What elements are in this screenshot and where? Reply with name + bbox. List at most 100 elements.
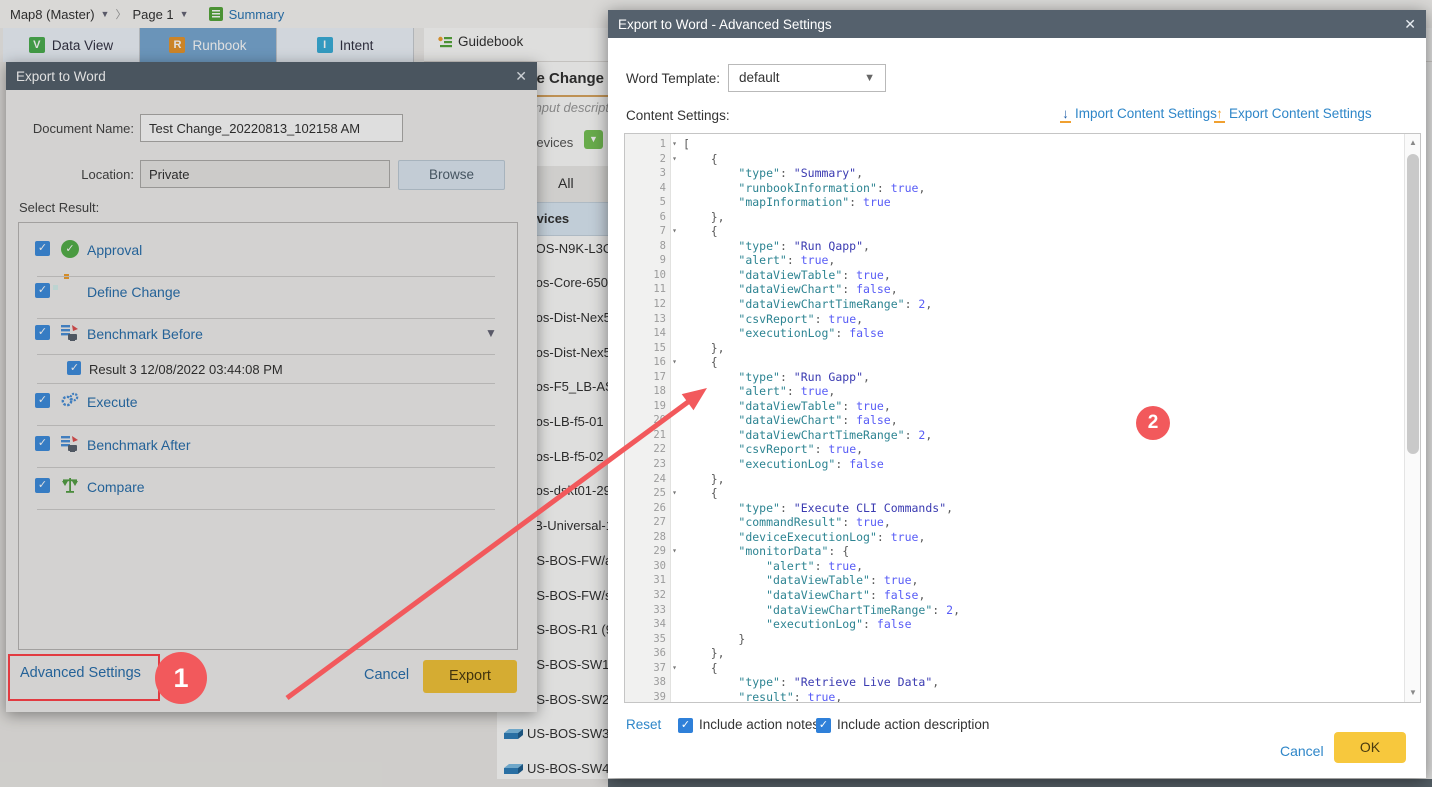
code-line[interactable]: "dataViewChartTimeRange": 2, [683,603,1402,618]
code-line[interactable]: "executionLog": false [683,457,1402,472]
code-line[interactable]: "alert": true, [683,559,1402,574]
line-number: 5 [625,195,670,210]
include-action-description-label: Include action description [837,717,989,732]
line-number: 22 [625,442,670,457]
line-number: 15 [625,341,670,356]
code-line[interactable]: "mapInformation": true [683,195,1402,210]
line-number: 18 [625,384,670,399]
code-line[interactable]: [ [683,137,1402,152]
line-number: 29▾ [625,544,670,559]
code-line[interactable]: "alert": true, [683,253,1402,268]
include-action-notes-checkbox[interactable] [678,718,693,733]
code-line[interactable]: }, [683,646,1402,661]
line-number: 38 [625,675,670,690]
fold-toggle-icon[interactable]: ▾ [672,661,677,676]
line-number: 3 [625,166,670,181]
code-line[interactable]: "dataViewTable": true, [683,268,1402,283]
code-line[interactable]: "dataViewChart": false, [683,588,1402,603]
code-line[interactable]: "type": "Run Gapp", [683,370,1402,385]
fold-toggle-icon[interactable]: ▾ [672,544,677,559]
json-editor[interactable]: 1▾2▾34567▾8910111213141516▾1718192021222… [624,133,1421,703]
include-action-description-checkbox[interactable] [816,718,831,733]
line-number: 32 [625,588,670,603]
code-line[interactable]: "result": true, [683,690,1402,703]
code-line[interactable]: }, [683,341,1402,356]
code-line[interactable]: "monitorData": { [683,544,1402,559]
code-line[interactable]: "type": "Run Qapp", [683,239,1402,254]
line-number: 35 [625,632,670,647]
app-root: Map8 (Master) ▼ 〉 Page 1 ▼ Summary VData… [0,0,1432,787]
line-number: 19 [625,399,670,414]
advanced-dialog-titlebar: Export to Word - Advanced Settings ✕ [608,10,1426,38]
cancel-link[interactable]: Cancel [1280,743,1324,759]
code-line[interactable]: { [683,224,1402,239]
code-line[interactable]: "alert": true, [683,384,1402,399]
code-line[interactable]: "runbookInformation": true, [683,181,1402,196]
code-line[interactable]: { [683,661,1402,676]
annotation-step-1-badge: 1 [155,652,207,704]
chevron-down-icon: ▼ [864,72,875,84]
code-line[interactable]: }, [683,210,1402,225]
scrollbar-thumb[interactable] [1407,154,1419,454]
code-line[interactable]: "csvReport": true, [683,442,1402,457]
code-line[interactable]: { [683,486,1402,501]
json-editor-code[interactable]: [ { "type": "Summary", "runbookInformati… [683,137,1402,703]
code-line[interactable]: "type": "Summary", [683,166,1402,181]
line-number: 24 [625,472,670,487]
line-number: 23 [625,457,670,472]
code-line[interactable]: "dataViewTable": true, [683,399,1402,414]
line-number: 17 [625,370,670,385]
include-action-description-row: Include action description [816,717,989,733]
code-line[interactable]: "deviceExecutionLog": true, [683,530,1402,545]
line-number: 34 [625,617,670,632]
word-template-select[interactable]: default ▼ [728,64,886,92]
code-line[interactable]: { [683,355,1402,370]
import-content-settings-link[interactable]: ↓Import Content Settings [1060,106,1217,123]
code-line[interactable]: "csvReport": true, [683,312,1402,327]
line-number: 1▾ [625,137,670,152]
line-number: 4 [625,181,670,196]
word-template-label: Word Template: [626,71,720,86]
code-line[interactable]: "executionLog": false [683,617,1402,632]
annotation-step-2-badge: 2 [1136,406,1170,440]
ok-button[interactable]: OK [1334,732,1406,763]
fold-toggle-icon[interactable]: ▾ [672,486,677,501]
line-number: 37▾ [625,661,670,676]
line-number: 7▾ [625,224,670,239]
scroll-up-icon[interactable]: ▲ [1407,137,1419,149]
reset-link[interactable]: Reset [626,717,661,732]
code-line[interactable]: }, [683,472,1402,487]
fold-toggle-icon[interactable]: ▾ [672,224,677,239]
fold-toggle-icon[interactable]: ▾ [672,152,677,167]
code-line[interactable]: "commandResult": true, [683,515,1402,530]
code-line[interactable]: "type": "Retrieve Live Data", [683,675,1402,690]
code-line[interactable]: "dataViewChartTimeRange": 2, [683,428,1402,443]
scroll-down-icon[interactable]: ▼ [1407,687,1419,699]
content-settings-label: Content Settings: [626,108,730,123]
line-number: 27 [625,515,670,530]
code-line[interactable]: "dataViewChart": false, [683,413,1402,428]
line-number: 11 [625,282,670,297]
line-number: 20 [625,413,670,428]
line-number: 26 [625,501,670,516]
line-number: 28 [625,530,670,545]
fold-toggle-icon[interactable]: ▾ [672,355,677,370]
json-editor-gutter: 1▾2▾34567▾8910111213141516▾1718192021222… [625,134,671,702]
advanced-dialog-title: Export to Word - Advanced Settings [618,17,832,32]
line-number: 25▾ [625,486,670,501]
line-number: 33 [625,603,670,618]
export-content-settings-link[interactable]: ↑Export Content Settings [1214,106,1372,123]
editor-scrollbar[interactable]: ▲ ▼ [1404,134,1420,702]
line-number: 6 [625,210,670,225]
close-icon[interactable]: ✕ [1404,16,1416,33]
line-number: 21 [625,428,670,443]
code-line[interactable]: "type": "Execute CLI Commands", [683,501,1402,516]
code-line[interactable]: } [683,632,1402,647]
code-line[interactable]: { [683,152,1402,167]
import-icon: ↓ [1060,106,1071,123]
code-line[interactable]: "executionLog": false [683,326,1402,341]
fold-toggle-icon[interactable]: ▾ [672,137,677,152]
code-line[interactable]: "dataViewChartTimeRange": 2, [683,297,1402,312]
code-line[interactable]: "dataViewTable": true, [683,573,1402,588]
code-line[interactable]: "dataViewChart": false, [683,282,1402,297]
